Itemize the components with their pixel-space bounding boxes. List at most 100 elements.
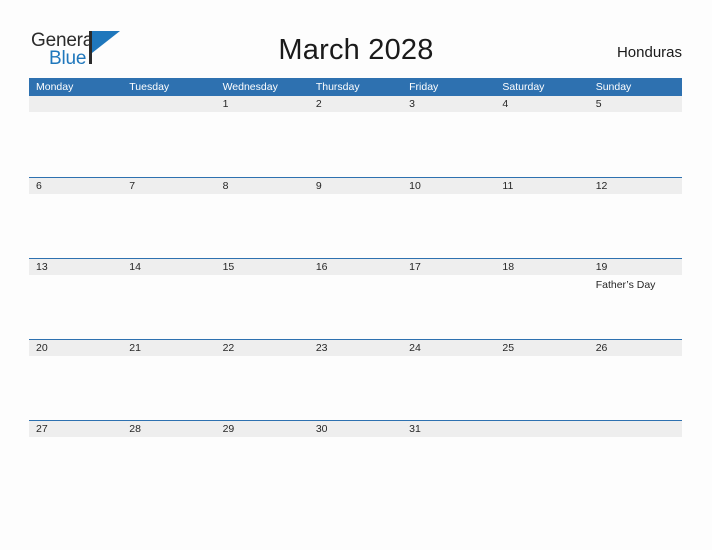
day-events bbox=[36, 112, 122, 116]
weekday-wednesday: Wednesday bbox=[222, 81, 278, 93]
day-events bbox=[502, 275, 588, 279]
day-cell[interactable]: 15 bbox=[216, 259, 309, 338]
day-cell[interactable]: 11 bbox=[495, 178, 588, 257]
day-events bbox=[502, 194, 588, 198]
day-cell[interactable]: 3 bbox=[402, 96, 495, 175]
day-cell[interactable]: 26 bbox=[589, 340, 682, 419]
day-events bbox=[223, 275, 309, 279]
day-number: 25 bbox=[502, 342, 515, 354]
calendar-weeks: 1 2 3 4 5 6 7 8 9 10 11 12 13 14 15 16 17 18 19 Father’s Da… bbox=[29, 96, 682, 501]
day-number: 29 bbox=[222, 423, 235, 435]
day-events bbox=[129, 194, 215, 198]
day-cell[interactable]: 31 bbox=[402, 421, 495, 500]
day-cell[interactable]: 24 bbox=[402, 340, 495, 419]
day-events bbox=[409, 437, 495, 441]
day-events bbox=[129, 275, 215, 279]
day-cell[interactable]: 28 bbox=[122, 421, 215, 500]
country-label: Honduras bbox=[616, 44, 682, 61]
day-cell[interactable]: 30 bbox=[309, 421, 402, 500]
day-events bbox=[596, 437, 682, 441]
day-cell[interactable]: 4 bbox=[495, 96, 588, 175]
day-cell[interactable]: 16 bbox=[309, 259, 402, 338]
day-events bbox=[316, 437, 402, 441]
calendar-table: Monday Tuesday Wednesday Thursday Friday… bbox=[29, 78, 682, 501]
weekday-header-row: Monday Tuesday Wednesday Thursday Friday… bbox=[29, 78, 682, 96]
day-cell[interactable]: 20 bbox=[29, 340, 122, 419]
day-cell[interactable]: 14 bbox=[122, 259, 215, 338]
day-events bbox=[223, 194, 309, 198]
day-cell-empty bbox=[589, 421, 682, 500]
day-cell[interactable]: 17 bbox=[402, 259, 495, 338]
day-cell[interactable]: 12 bbox=[589, 178, 682, 257]
day-number: 21 bbox=[129, 342, 141, 354]
day-cell[interactable]: 25 bbox=[495, 340, 588, 419]
day-cell[interactable]: 21 bbox=[122, 340, 215, 419]
day-number: 16 bbox=[315, 261, 328, 273]
day-number: 2 bbox=[315, 98, 322, 110]
day-number: 17 bbox=[409, 261, 421, 273]
day-number: 27 bbox=[36, 423, 48, 435]
day-cell[interactable]: 8 bbox=[216, 178, 309, 257]
day-number: 15 bbox=[222, 261, 235, 273]
day-events bbox=[502, 437, 588, 441]
day-number: 28 bbox=[129, 423, 141, 435]
day-number: 7 bbox=[129, 180, 136, 192]
day-number: 5 bbox=[595, 98, 602, 110]
day-cell[interactable]: 13 bbox=[29, 259, 122, 338]
day-number: 31 bbox=[409, 423, 421, 435]
day-number: 11 bbox=[502, 180, 514, 192]
day-events: Father’s Day bbox=[596, 275, 682, 292]
day-cell[interactable]: 27 bbox=[29, 421, 122, 500]
calendar-week-row: 27 28 29 30 31 bbox=[29, 420, 682, 501]
weekday-monday: Monday bbox=[36, 81, 74, 93]
week-day-cells: 20 21 22 23 24 25 26 bbox=[29, 340, 682, 419]
day-number: 26 bbox=[595, 342, 608, 354]
day-events bbox=[223, 356, 309, 360]
day-events bbox=[502, 356, 588, 360]
week-day-cells: 27 28 29 30 31 bbox=[29, 421, 682, 500]
day-number: 22 bbox=[222, 342, 235, 354]
day-events bbox=[223, 437, 309, 441]
weekday-friday: Friday bbox=[409, 81, 439, 93]
calendar-week-row: 13 14 15 16 17 18 19 Father’s Day bbox=[29, 258, 682, 339]
day-events bbox=[596, 112, 682, 116]
day-events bbox=[596, 356, 682, 360]
day-cell[interactable]: 19 Father’s Day bbox=[589, 259, 682, 338]
day-events bbox=[223, 112, 309, 116]
day-cell[interactable]: 18 bbox=[495, 259, 588, 338]
day-events bbox=[409, 275, 495, 279]
week-day-cells: 1 2 3 4 5 bbox=[29, 96, 682, 175]
day-events bbox=[129, 437, 215, 441]
day-number: 30 bbox=[315, 423, 328, 435]
weekday-tuesday: Tuesday bbox=[129, 81, 170, 93]
day-cell[interactable]: 29 bbox=[216, 421, 309, 500]
day-number: 18 bbox=[502, 261, 515, 273]
day-cell[interactable]: 22 bbox=[216, 340, 309, 419]
day-number: 19 bbox=[595, 261, 608, 273]
day-number: 13 bbox=[36, 261, 48, 273]
calendar-week-row: 20 21 22 23 24 25 26 bbox=[29, 339, 682, 420]
day-events bbox=[129, 112, 215, 116]
day-number: 1 bbox=[222, 98, 229, 110]
day-events bbox=[502, 112, 588, 116]
day-cell[interactable]: 5 bbox=[589, 96, 682, 175]
day-cell[interactable]: 6 bbox=[29, 178, 122, 257]
day-cell[interactable]: 7 bbox=[122, 178, 215, 257]
day-number: 10 bbox=[409, 180, 421, 192]
day-cell[interactable]: 10 bbox=[402, 178, 495, 257]
day-cell[interactable]: 9 bbox=[309, 178, 402, 257]
day-cell-empty bbox=[122, 96, 215, 175]
day-cell-empty bbox=[29, 96, 122, 175]
weekday-sunday: Sunday bbox=[595, 81, 632, 93]
day-cell[interactable]: 1 bbox=[216, 96, 309, 175]
day-number: 3 bbox=[409, 98, 415, 110]
day-cell[interactable]: 23 bbox=[309, 340, 402, 419]
day-number: 23 bbox=[315, 342, 328, 354]
day-cell-empty bbox=[495, 421, 588, 500]
day-events bbox=[316, 112, 402, 116]
day-events bbox=[596, 194, 682, 198]
holiday-event: Father’s Day bbox=[595, 279, 656, 291]
day-cell[interactable]: 2 bbox=[309, 96, 402, 175]
day-number: 14 bbox=[129, 261, 141, 273]
day-number: 9 bbox=[315, 180, 322, 192]
